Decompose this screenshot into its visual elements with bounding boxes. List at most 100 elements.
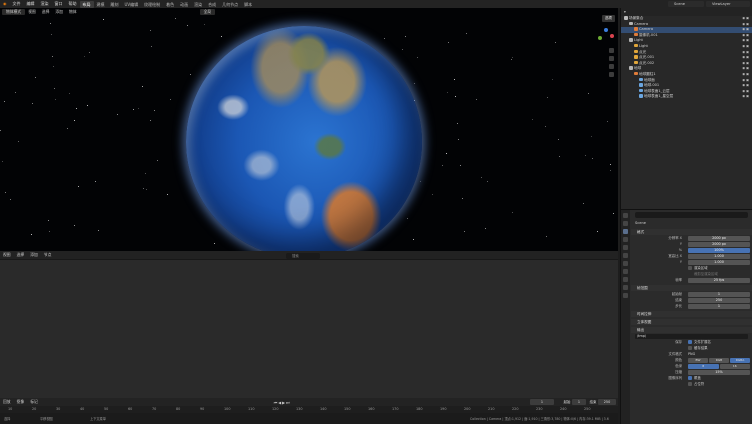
tab-uv-editing[interactable]: UV编辑 xyxy=(122,1,142,8)
frame-range-row[interactable]: 步长 1 xyxy=(631,303,752,309)
resolution-field[interactable]: 1.000 xyxy=(688,259,750,265)
grid-icon[interactable] xyxy=(609,72,614,77)
status-select: 选择 xyxy=(4,417,11,421)
menu-select-2[interactable]: 选择 xyxy=(14,252,28,258)
resolution-field[interactable]: 2000 px xyxy=(688,235,750,241)
color-rgb[interactable]: RGB xyxy=(709,357,729,363)
resolution-field[interactable]: 100% xyxy=(688,247,750,253)
3d-viewport[interactable]: 物体模式 视图 选择 添加 物体 全局 选项 xyxy=(0,8,618,251)
menu-playback[interactable]: 回放 xyxy=(0,399,14,405)
object-tab-icon[interactable] xyxy=(623,261,628,266)
properties-editor[interactable]: Scene 格式 分辨率 X 2000 px Y 2000 px% 100% 宽高比 X1… xyxy=(620,209,752,424)
z-axis-icon[interactable] xyxy=(604,28,608,32)
ruler-tick-label: 170 xyxy=(392,407,399,411)
navigation-gizmo[interactable] xyxy=(598,28,614,44)
start-frame-field[interactable]: 1 xyxy=(572,399,586,405)
compression-field[interactable]: 15% xyxy=(688,369,750,375)
star xyxy=(4,100,6,102)
world-tab-icon[interactable] xyxy=(623,253,628,258)
tab-layout[interactable]: 布局 xyxy=(79,0,94,8)
menu-markers[interactable]: 标记 xyxy=(27,399,41,405)
output-path-field[interactable]: /tmp\ xyxy=(635,333,748,339)
resolution-field[interactable]: 2000 px xyxy=(688,241,750,247)
outliner-row[interactable]: 地球表面1_星空层 ◉ ▣ xyxy=(621,94,752,100)
fps-field[interactable]: 25 fps xyxy=(688,277,750,283)
tab-compositing[interactable]: 合成 xyxy=(205,1,219,8)
time-stretch-panel[interactable]: 时间拉伸 xyxy=(631,311,752,317)
play-controls-icon[interactable]: ⏮◀▶⏭ xyxy=(271,400,294,405)
end-frame-field[interactable]: 250 xyxy=(598,399,616,405)
hand-icon[interactable] xyxy=(609,56,614,61)
depth-8[interactable]: 8 xyxy=(688,363,719,369)
star xyxy=(588,92,590,94)
outliner-filter-icon[interactable]: ▾ xyxy=(624,10,626,14)
x-axis-icon[interactable] xyxy=(610,34,614,38)
menu-view[interactable]: 视图 xyxy=(25,9,39,15)
tab-scripting[interactable]: 脚本 xyxy=(241,1,255,8)
data-tab-icon[interactable] xyxy=(623,293,628,298)
menu-object[interactable]: 物体 xyxy=(66,9,80,15)
view-layer-selector[interactable]: ViewLayer xyxy=(706,1,750,7)
fps-row[interactable]: 帧率 25 fps xyxy=(631,277,752,283)
tab-animation[interactable]: 动画 xyxy=(177,1,191,8)
constraint-tab-icon[interactable] xyxy=(623,285,628,290)
menu-view-2[interactable]: 视图 xyxy=(0,252,14,258)
file-ext-checkbox[interactable] xyxy=(688,340,692,344)
resolution-field[interactable]: 1.000 xyxy=(688,253,750,259)
overwrite-checkbox[interactable] xyxy=(688,376,692,380)
frame-range-field[interactable]: 1 xyxy=(688,291,750,297)
star xyxy=(174,18,176,19)
frame-range-field[interactable]: 1 xyxy=(688,303,750,309)
render-tab-icon[interactable] xyxy=(623,221,628,226)
search-input[interactable]: 搜索 xyxy=(286,252,320,259)
zoom-icon[interactable] xyxy=(609,48,614,53)
menu-node[interactable]: 节点 xyxy=(41,252,55,258)
blender-logo-icon[interactable]: ◉ xyxy=(0,0,10,8)
transform-orientation[interactable]: 全局 xyxy=(199,9,216,15)
depth-16[interactable]: 16 xyxy=(719,363,750,369)
menu-add[interactable]: 添加 xyxy=(52,9,66,15)
scene-tab-icon[interactable] xyxy=(623,245,628,250)
menu-keying[interactable]: 抠像 xyxy=(14,399,28,405)
tab-texture-paint[interactable]: 纹理绘制 xyxy=(141,1,163,8)
tab-geometry-nodes[interactable]: 几何节点 xyxy=(219,1,241,8)
tab-rendering[interactable]: 渲染 xyxy=(191,1,205,8)
frame-range-field[interactable]: 250 xyxy=(688,297,750,303)
timeline-ruler[interactable]: 10 20 30 40 50 60 70 80 90 100 110 120 130 140 150 160 1… xyxy=(0,406,618,413)
tab-sculpting[interactable]: 雕刻 xyxy=(108,1,122,8)
color-bw[interactable]: BW xyxy=(688,357,708,363)
menu-edit[interactable]: 编辑 xyxy=(24,0,38,8)
camera-icon[interactable] xyxy=(609,64,614,69)
star xyxy=(49,231,51,233)
mode-selector[interactable]: 物体模式 xyxy=(2,9,26,15)
scene-selector[interactable]: Scene xyxy=(668,1,704,7)
stereo-panel[interactable]: 立体视图 xyxy=(631,319,752,325)
color-mode-toggle[interactable]: BW RGB RGBA xyxy=(688,357,750,363)
object-type-icon xyxy=(634,71,638,76)
properties-search[interactable] xyxy=(635,212,748,218)
y-axis-icon[interactable] xyxy=(598,36,602,40)
render-region-checkbox[interactable] xyxy=(688,266,692,270)
tool-tab-icon[interactable] xyxy=(623,213,628,218)
visibility-icon[interactable]: ◉ ▣ xyxy=(742,94,749,100)
color-depth-toggle[interactable]: 8 16 xyxy=(688,363,750,369)
placeholders-row[interactable]: 占位符 xyxy=(631,381,752,387)
tab-modeling[interactable]: 建模 xyxy=(94,1,108,8)
placeholders-checkbox[interactable] xyxy=(688,382,692,386)
outliner[interactable]: ▾ 场景集合 ◉ ▣ Camera ◉ ▣ Camera ◉ ▣ 摄像机.001 ◉ ▣ Lig… xyxy=(620,8,752,209)
menu-help[interactable]: 帮助 xyxy=(66,0,80,8)
output-tab-icon[interactable] xyxy=(623,229,628,234)
menu-select[interactable]: 选择 xyxy=(39,9,53,15)
current-frame-field[interactable]: 1 xyxy=(530,399,554,405)
menu-add-2[interactable]: 添加 xyxy=(27,252,41,258)
menu-window[interactable]: 窗口 xyxy=(52,0,66,8)
physics-tab-icon[interactable] xyxy=(623,277,628,282)
modifier-tab-icon[interactable] xyxy=(623,269,628,274)
cache-checkbox[interactable] xyxy=(688,346,692,350)
tab-shading[interactable]: 着色 xyxy=(163,1,177,8)
view-layer-tab-icon[interactable] xyxy=(623,237,628,242)
color-rgba[interactable]: RGBA xyxy=(730,357,750,363)
node-editor[interactable]: 视图 选择 添加 节点 搜索 回放 抠像 标记 ⏮◀▶⏭ 1 起始 1 结束 2… xyxy=(0,251,618,424)
menu-file[interactable]: 文件 xyxy=(10,0,24,8)
menu-render[interactable]: 渲染 xyxy=(38,0,52,8)
